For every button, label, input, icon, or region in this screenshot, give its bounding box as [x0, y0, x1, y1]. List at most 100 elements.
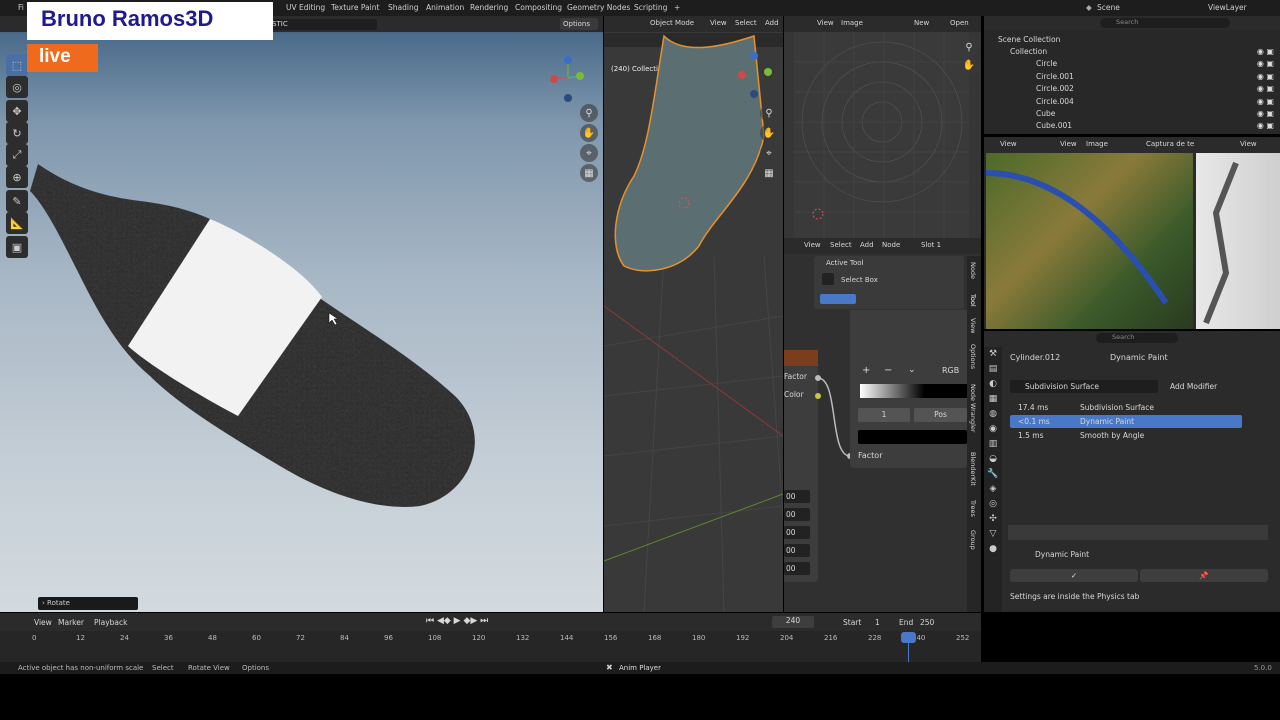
remove-stop-icon[interactable]: −: [884, 365, 892, 376]
bottle-solid-view: [604, 34, 783, 612]
outliner[interactable]: Search Scene Collection Collection ◉ ▣ Ci…: [984, 16, 1280, 134]
tab-texture-paint[interactable]: Texture Paint: [331, 3, 379, 12]
scene-icon: ◆: [1086, 3, 1092, 12]
eye-icon[interactable]: ◉ ▣: [1257, 109, 1274, 118]
close-icon[interactable]: ✖: [606, 663, 613, 672]
end-frame-field[interactable]: 250: [920, 618, 934, 627]
new-image-button[interactable]: New: [914, 19, 929, 27]
open-image-button[interactable]: Open: [950, 19, 969, 27]
modifier-list-toolbar[interactable]: [1008, 525, 1268, 540]
playhead[interactable]: [901, 632, 916, 643]
add-workspace-icon[interactable]: +: [674, 3, 680, 12]
tab-rendering[interactable]: Rendering: [470, 3, 508, 12]
outliner-item[interactable]: Cube ◉ ▣: [984, 109, 1280, 121]
timeline-tick: 0: [32, 634, 37, 642]
properties-search[interactable]: Search: [1096, 333, 1178, 343]
outliner-item[interactable]: Circle.001 ◉ ▣: [984, 72, 1280, 84]
apply-check-button[interactable]: ✓: [1010, 569, 1138, 582]
outliner-item[interactable]: Circle.004 ◉ ▣: [984, 97, 1280, 109]
object-crumb: Cylinder.012: [1010, 353, 1060, 362]
streamer-brand-overlay: Bruno Ramos3D: [27, 2, 273, 40]
timeline-tick: 96: [384, 634, 393, 642]
modifier-row[interactable]: 1.5 ms Smooth by Angle: [1010, 429, 1242, 442]
scene-selector[interactable]: Scene: [1097, 3, 1120, 12]
timeline-playback-menu[interactable]: Playback: [94, 618, 127, 627]
outliner-search[interactable]: Search: [1100, 18, 1230, 28]
outliner-item[interactable]: Circle ◉ ▣: [984, 59, 1280, 71]
stop-position-field[interactable]: Pos: [914, 408, 967, 422]
ramp-menu-icon[interactable]: ⌄: [908, 365, 916, 375]
ramp-mode[interactable]: RGB: [942, 366, 959, 375]
collection-row[interactable]: Collection ◉ ▣: [984, 47, 1280, 59]
image-name-field[interactable]: Captura de te: [1146, 140, 1194, 148]
tab-uv-editing[interactable]: UV Editing: [286, 3, 325, 12]
modifier-name: Smooth by Angle: [1080, 431, 1145, 440]
secondary-viewport[interactable]: Object Mode View Select Add (240) Collec…: [604, 16, 783, 612]
uv-view-menu[interactable]: View: [817, 19, 834, 27]
zoom-icon-2[interactable]: ⚲: [760, 104, 778, 122]
navigation-gizmo-2[interactable]: [734, 50, 780, 104]
properties-editor[interactable]: Search ⚒ ▤ ◐ ▦ ◍ ◉ ▥ ◒ 🔧 ◈ ◎ ✣ ▽ ● Cylinder.012 Dynam…: [984, 331, 1280, 612]
add-stop-icon[interactable]: +: [862, 365, 870, 376]
stop-index-field[interactable]: 1: [858, 408, 910, 422]
anim-player-label[interactable]: Anim Player: [619, 664, 661, 672]
outliner-item[interactable]: Cube.001 ◉ ▣: [984, 121, 1280, 133]
timeline-tick: 36: [164, 634, 173, 642]
node-editor[interactable]: View Select Add Node Slot 1 Active Tool …: [784, 238, 981, 612]
eye-icon[interactable]: ◉ ▣: [1257, 97, 1274, 106]
ortho-grid-icon-2[interactable]: ▦: [760, 164, 778, 182]
color-ramp-node[interactable]: + − ⌄ RGB 1 Pos Factor: [850, 310, 967, 468]
color-ramp-bar[interactable]: [860, 384, 967, 398]
playhead-line: [908, 643, 909, 662]
image-editors[interactable]: View View Image Captura de te View: [984, 137, 1280, 329]
eye-icon[interactable]: ◉ ▣: [1257, 72, 1274, 81]
eye-icon[interactable]: ◉ ▣: [1257, 59, 1274, 68]
uv-image-menu[interactable]: Image: [841, 19, 863, 27]
uv-editor[interactable]: View Image New Open ⚲ ✋: [784, 16, 981, 238]
stop-color-swatch[interactable]: [858, 430, 967, 444]
timeline-tick: 12: [76, 634, 85, 642]
eye-icon[interactable]: ◉ ▣: [1257, 84, 1274, 93]
outliner-item[interactable]: Circle.002 ◉ ▣: [984, 84, 1280, 96]
current-frame-field[interactable]: 240: [772, 616, 814, 628]
viewlayer-selector[interactable]: ViewLayer: [1208, 3, 1247, 12]
properties-tab-icons[interactable]: ⚒ ▤ ◐ ▦ ◍ ◉ ▥ ◒ 🔧 ◈ ◎ ✣ ▽ ●: [984, 347, 1002, 557]
outliner-item-label: Circle.002: [1036, 84, 1074, 93]
status-bar: Active object has non-uniform scale Sele…: [0, 662, 1280, 674]
image-view-menu-right[interactable]: View: [1240, 140, 1257, 148]
timeline-view-menu[interactable]: View: [34, 618, 52, 627]
uv-pan-icon[interactable]: ✋: [960, 56, 978, 74]
eye-icon[interactable]: ◉ ▣: [1257, 47, 1274, 56]
playback-controls[interactable]: ⏮ ◀◆ ▶ ◆▶ ⏭: [426, 616, 488, 626]
add-modifier-dropdown[interactable]: Add Modifier: [1164, 380, 1254, 393]
pan-hand-icon-2[interactable]: ✋: [760, 124, 778, 142]
start-frame-field[interactable]: 1: [875, 618, 880, 627]
modifier-name: Dynamic Paint: [1080, 417, 1135, 426]
scene-collection-row[interactable]: Scene Collection: [984, 35, 1280, 47]
modifier-row-selected[interactable]: <0.1 ms Dynamic Paint: [1010, 415, 1242, 428]
tab-compositing[interactable]: Compositing: [515, 3, 562, 12]
camera-view-icon-2[interactable]: ⌖: [760, 144, 778, 162]
outliner-item-label: Cube.001: [1036, 121, 1073, 130]
modifier-search-field[interactable]: Subdivision Surface: [1010, 380, 1158, 393]
uv-zoom-icon[interactable]: ⚲: [960, 38, 978, 56]
selected-modifier-name[interactable]: Dynamic Paint: [1010, 548, 1160, 561]
tab-scripting[interactable]: Scripting: [634, 3, 667, 12]
tab-shading[interactable]: Shading: [388, 3, 418, 12]
image-view-menu-2[interactable]: View: [1060, 140, 1077, 148]
image-view-menu[interactable]: View: [1000, 140, 1017, 148]
outliner-item-label: Cube: [1036, 109, 1056, 118]
tab-geometry-nodes[interactable]: Geometry Nodes: [567, 3, 630, 12]
main-viewport[interactable]: PLASTIC Options ⬚ ◎ ✥ ↻ ⤢ ⊕ ✎ 📐 ▣ ⚲ ✋ ⌖ …: [0, 16, 603, 612]
pin-button[interactable]: 📌: [1140, 569, 1268, 582]
timeline-marker-menu[interactable]: Marker: [58, 618, 84, 627]
operator-label: Rotate: [47, 599, 70, 607]
image-image-menu[interactable]: Image: [1086, 140, 1108, 148]
object-name: Cylinder.012: [1010, 353, 1061, 362]
timeline[interactable]: View Marker Playback ⏮ ◀◆ ▶ ◆▶ ⏭ 240 Sta…: [0, 613, 981, 662]
modifier-row[interactable]: 17.4 ms Subdivision Surface: [1010, 401, 1242, 414]
file-menu[interactable]: Fi: [18, 3, 24, 12]
eye-icon[interactable]: ◉ ▣: [1257, 121, 1274, 130]
last-operator-panel[interactable]: › Rotate: [38, 597, 138, 610]
tab-animation[interactable]: Animation: [426, 3, 464, 12]
